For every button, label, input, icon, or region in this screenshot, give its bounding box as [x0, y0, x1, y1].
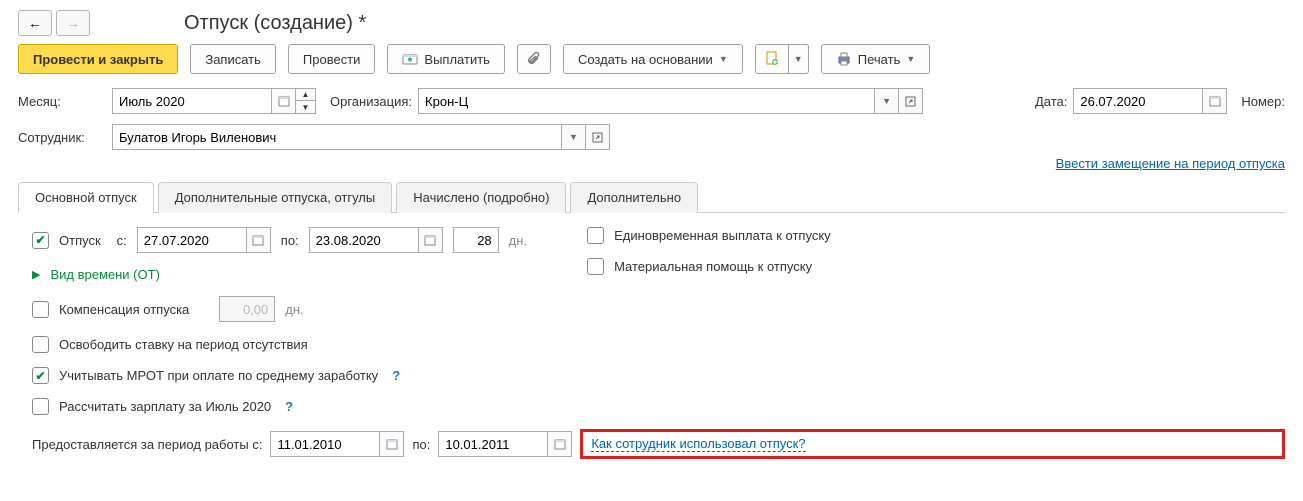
- save-button[interactable]: Записать: [190, 44, 276, 74]
- to-date-input[interactable]: [309, 227, 419, 253]
- help-icon[interactable]: ?: [388, 368, 404, 384]
- page-title: Отпуск (создание) *: [184, 12, 366, 35]
- tabs: Основной отпуск Дополнительные отпуска, …: [18, 181, 1285, 213]
- compensation-unit: дн.: [285, 302, 303, 317]
- substitution-link[interactable]: Ввести замещение на период отпуска: [1056, 156, 1285, 171]
- calendar-icon[interactable]: [1203, 88, 1227, 114]
- month-input[interactable]: [112, 88, 272, 114]
- employee-input[interactable]: [112, 124, 562, 150]
- calendar-icon[interactable]: [247, 227, 271, 253]
- month-label: Месяц:: [18, 94, 106, 109]
- period-label: Предоставляется за период работы с:: [32, 437, 262, 452]
- post-and-close-button[interactable]: Провести и закрыть: [18, 44, 178, 74]
- attach-button[interactable]: [517, 44, 551, 74]
- employee-label: Сотрудник:: [18, 130, 106, 145]
- org-dropdown[interactable]: ▼: [875, 88, 899, 114]
- from-label: с:: [117, 233, 127, 248]
- tab-additional[interactable]: Дополнительные отпуска, отгулы: [158, 182, 393, 213]
- pay-button[interactable]: Выплатить: [387, 44, 505, 74]
- mrot-checkbox[interactable]: [32, 367, 49, 384]
- compensation-checkbox[interactable]: [32, 301, 49, 318]
- create-based-button[interactable]: Создать на основании ▼: [563, 44, 743, 74]
- usage-highlight: Как сотрудник использовал отпуск?: [580, 429, 1285, 459]
- number-label: Номер:: [1241, 94, 1285, 109]
- compensation-label: Компенсация отпуска: [59, 302, 189, 317]
- calc-salary-checkbox[interactable]: [32, 398, 49, 415]
- calendar-icon[interactable]: [419, 227, 443, 253]
- employee-dropdown[interactable]: ▼: [562, 124, 586, 150]
- employee-open[interactable]: [586, 124, 610, 150]
- back-button[interactable]: ←: [18, 10, 52, 36]
- doc-action-dropdown[interactable]: ▼: [789, 44, 809, 74]
- money-icon: [402, 51, 418, 67]
- vacation-usage-link[interactable]: Как сотрудник использовал отпуск?: [591, 436, 805, 452]
- date-input[interactable]: [1073, 88, 1203, 114]
- to-label: по:: [281, 233, 299, 248]
- doc-action-group: ▼: [755, 44, 809, 74]
- calendar-icon[interactable]: [272, 88, 296, 114]
- printer-icon: [836, 51, 852, 67]
- post-button[interactable]: Провести: [288, 44, 376, 74]
- chevron-down-icon: ▼: [906, 54, 915, 64]
- days-input[interactable]: [453, 227, 499, 253]
- mrot-label: Учитывать МРОТ при оплате по среднему за…: [59, 368, 378, 383]
- tab-accrued[interactable]: Начислено (подробно): [396, 182, 566, 213]
- month-down[interactable]: ▼: [296, 101, 316, 114]
- free-rate-checkbox[interactable]: [32, 336, 49, 353]
- tab-extra[interactable]: Дополнительно: [570, 182, 698, 213]
- one-time-checkbox[interactable]: [587, 227, 604, 244]
- period-from-input[interactable]: [270, 431, 380, 457]
- chevron-down-icon: ▼: [719, 54, 728, 64]
- help-icon[interactable]: ?: [281, 399, 297, 415]
- material-help-label: Материальная помощь к отпуску: [614, 259, 812, 274]
- date-label: Дата:: [1035, 94, 1067, 109]
- calc-salary-label: Рассчитать зарплату за Июль 2020: [59, 399, 271, 414]
- document-icon: [764, 51, 780, 67]
- calendar-icon[interactable]: [548, 431, 572, 457]
- forward-button[interactable]: →: [56, 10, 90, 36]
- days-unit: дн.: [509, 233, 527, 248]
- period-to-input[interactable]: [438, 431, 548, 457]
- org-label: Организация:: [330, 94, 412, 109]
- time-type-link[interactable]: Вид времени (ОТ): [50, 267, 159, 282]
- chevron-right-icon: ▶: [32, 268, 40, 281]
- chevron-down-icon: ▼: [794, 54, 803, 64]
- month-up[interactable]: ▲: [296, 88, 316, 101]
- vacation-checkbox[interactable]: [32, 232, 49, 249]
- material-help-checkbox[interactable]: [587, 258, 604, 275]
- compensation-input: [219, 296, 275, 322]
- paperclip-icon: [526, 51, 542, 67]
- tab-main[interactable]: Основной отпуск: [18, 182, 154, 213]
- calendar-icon[interactable]: [380, 431, 404, 457]
- org-input[interactable]: [418, 88, 875, 114]
- org-open[interactable]: [899, 88, 923, 114]
- doc-action-button[interactable]: [755, 44, 789, 74]
- vacation-label: Отпуск: [59, 233, 101, 248]
- free-rate-label: Освободить ставку на период отсутствия: [59, 337, 308, 352]
- one-time-label: Единовременная выплата к отпуску: [614, 228, 831, 243]
- from-date-input[interactable]: [137, 227, 247, 253]
- period-to-label: по:: [412, 437, 430, 452]
- print-button[interactable]: Печать ▼: [821, 44, 931, 74]
